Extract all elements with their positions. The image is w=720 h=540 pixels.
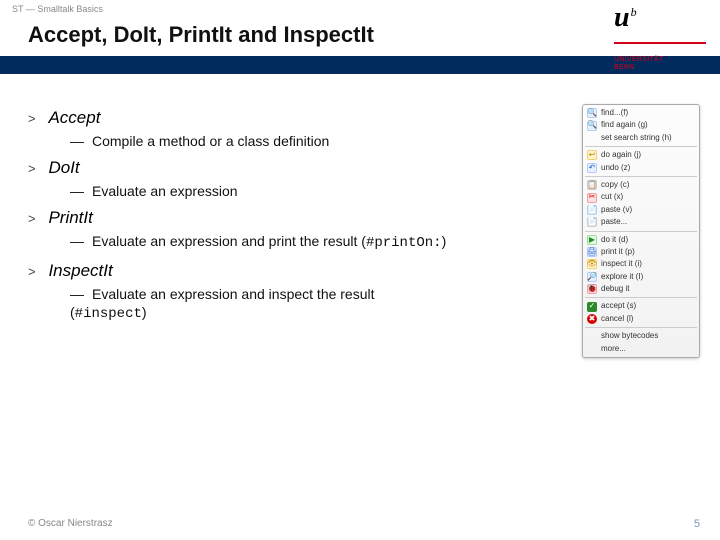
description: —Compile a method or a class definition [28,132,448,150]
menu-item[interactable]: ↩ do again (j) [585,149,697,161]
description: —Evaluate an expression and print the re… [28,232,448,252]
chevron-icon: > [28,161,44,176]
list-item: > InspectIt —Evaluate an expression and … [28,261,448,323]
menu-item-icon: ✂ [587,193,597,203]
menu-item[interactable]: 🔍 find...(f) [585,107,697,119]
menu-item[interactable]: 📋 copy (c) [585,179,697,191]
list-item: > DoIt —Evaluate an expression [28,158,448,200]
menu-item[interactable]: 🔍 find again (g) [585,119,697,131]
list-item: > Accept —Compile a method or a class de… [28,108,448,150]
menu-item-icon: 🖨 [587,247,597,257]
menu-item[interactable]: ↶ undo (z) [585,162,697,174]
menu-item-label: explore it (I) [601,272,643,282]
menu-item-label: show bytecodes [601,331,658,341]
university-logo: ub UNIVERSITÄTBERN [614,2,706,34]
menu-item-icon: 🔍 [587,121,597,131]
menu-item-icon: ▶ [587,235,597,245]
slide-header: ST — Smalltalk Basics [0,0,720,16]
menu-item-label: find...(f) [601,108,628,118]
menu-item-label: accept (s) [601,301,636,311]
description: —Evaluate an expression [28,182,448,200]
menu-item-icon: ✖ [587,314,597,324]
chevron-icon: > [28,111,44,126]
term: DoIt [48,158,79,177]
menu-separator [585,297,697,298]
term: InspectIt [48,261,112,280]
description: —Evaluate an expression and inspect the … [28,285,448,323]
menu-item-label: do again (j) [601,150,641,160]
menu-item-label: debug it [601,284,629,294]
menu-item-label: undo (z) [601,163,630,173]
copyright: © Oscar Nierstrasz [28,518,113,530]
list-item: > PrintIt —Evaluate an expression and pr… [28,208,448,252]
menu-item[interactable]: ✓ accept (s) [585,300,697,312]
menu-separator [585,327,697,328]
menu-item[interactable]: set search string (h) [585,132,697,144]
slide-title: Accept, DoIt, PrintIt and InspectIt [0,16,720,56]
menu-item-icon: 🐞 [587,284,597,294]
menu-item[interactable]: ✖ cancel (l) [585,313,697,325]
menu-item[interactable]: ✂ cut (x) [585,191,697,203]
term: Accept [48,108,100,127]
concept-list: > Accept —Compile a method or a class de… [28,108,582,358]
logo-u: ub [614,2,636,33]
page-number: 5 [694,518,700,530]
logo-divider [614,42,706,56]
menu-item-label: more... [601,344,626,354]
menu-item-label: cancel (l) [601,314,633,324]
menu-item-icon: 👁 [587,259,597,269]
menu-item[interactable]: 🖨 print it (p) [585,246,697,258]
menu-separator [585,231,697,232]
menu-item-label: find again (g) [601,120,648,130]
menu-item[interactable]: 🔎 explore it (I) [585,271,697,283]
term: PrintIt [48,208,92,227]
slide-footer: © Oscar Nierstrasz 5 [28,518,700,530]
menu-item[interactable]: show bytecodes [585,330,697,342]
menu-item-icon: ✓ [587,302,597,312]
menu-separator [585,146,697,147]
chevron-icon: > [28,264,44,279]
menu-item-label: print it (p) [601,247,635,257]
menu-item-label: set search string (h) [601,133,672,143]
menu-item[interactable]: 📄 paste (v) [585,204,697,216]
menu-item-icon: 📄 [587,217,597,227]
menu-item-icon: 🔍 [587,108,597,118]
menu-item-label: copy (c) [601,180,629,190]
title-divider-bar [0,56,720,74]
context-menu: 🔍 find...(f) 🔍 find again (g) set search str… [582,104,700,358]
menu-separator [585,176,697,177]
menu-item-label: inspect it (i) [601,259,642,269]
menu-item[interactable]: 📄 paste... [585,216,697,228]
content-area: > Accept —Compile a method or a class de… [0,74,720,358]
menu-item-icon: 📄 [587,205,597,215]
menu-item[interactable]: 🐞 debug it [585,283,697,295]
menu-item-label: cut (x) [601,192,623,202]
menu-item-icon: ↶ [587,163,597,173]
menu-item-icon: 🔎 [587,272,597,282]
menu-item-label: do it (d) [601,235,628,245]
menu-item-label: paste... [601,217,627,227]
menu-item-icon: 📋 [587,180,597,190]
chevron-icon: > [28,211,44,226]
menu-item-icon: ↩ [587,150,597,160]
logo-text: UNIVERSITÄTBERN [614,56,664,73]
menu-item-label: paste (v) [601,205,632,215]
menu-item[interactable]: ▶ do it (d) [585,234,697,246]
menu-item[interactable]: 👁 inspect it (i) [585,258,697,270]
menu-item[interactable]: more... [585,343,697,355]
